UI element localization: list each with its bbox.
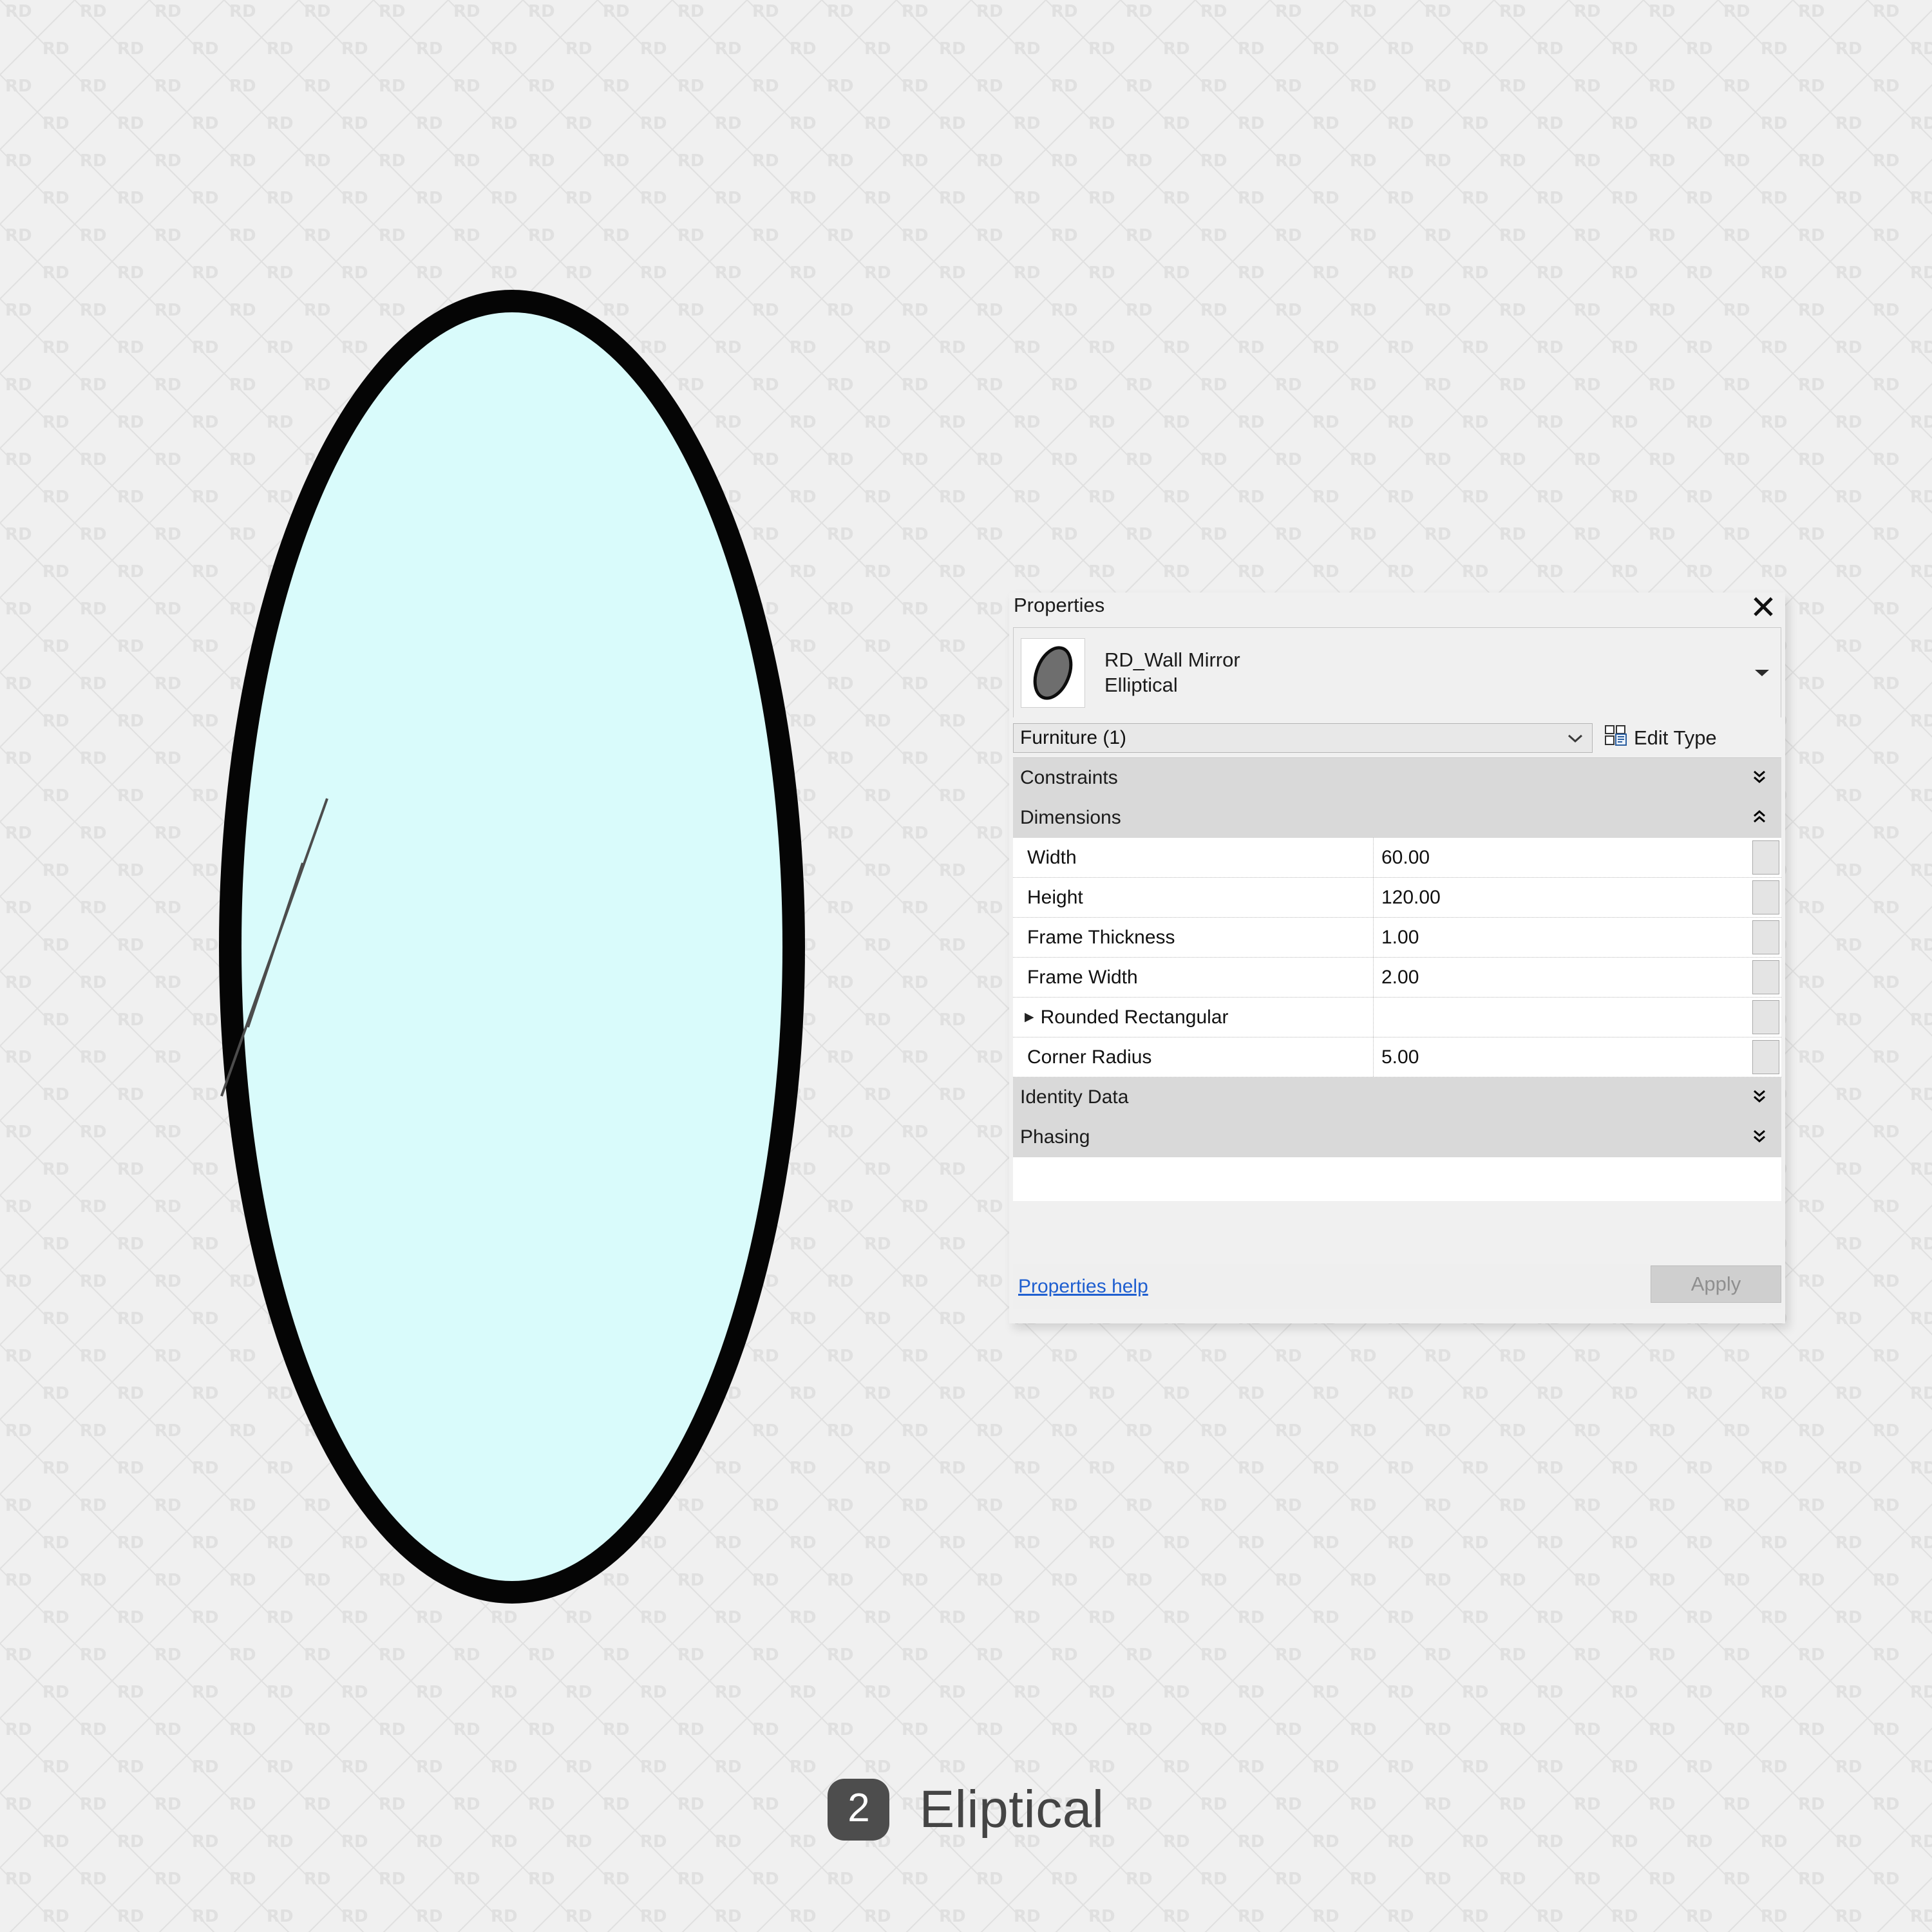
parameter-name: Frame Width bbox=[1013, 958, 1374, 997]
parameter-value[interactable]: 120.00 bbox=[1374, 878, 1752, 917]
parameter-group-label: Phasing bbox=[1020, 1126, 1090, 1148]
parameter-table: Constraints Dimensions Width 60.00 Height 120… bbox=[1013, 757, 1781, 1157]
parameter-value[interactable]: 5.00 bbox=[1374, 1037, 1752, 1077]
parameter-group-header[interactable]: Dimensions bbox=[1013, 798, 1781, 838]
parameter-name-text: Rounded Rectangular bbox=[1040, 1006, 1229, 1028]
category-selector-row: Furniture (1) Edit Type bbox=[1013, 721, 1781, 755]
chevron-expand-icon[interactable] bbox=[1752, 768, 1767, 788]
mirror-thumbnail-icon bbox=[1033, 645, 1073, 700]
parameter-group-label: Dimensions bbox=[1020, 807, 1121, 828]
type-labels: RD_Wall Mirror Elliptical bbox=[1104, 648, 1240, 697]
edit-type-icon bbox=[1604, 724, 1627, 752]
panel-title: Properties bbox=[1014, 594, 1105, 616]
chevron-down-icon[interactable] bbox=[1752, 663, 1772, 683]
parameter-row[interactable]: Frame Thickness 1.00 bbox=[1013, 918, 1781, 958]
parameter-row[interactable]: Frame Width 2.00 bbox=[1013, 958, 1781, 998]
chevron-expand-icon[interactable] bbox=[1752, 1088, 1767, 1107]
associate-parameter-button[interactable] bbox=[1752, 960, 1779, 994]
category-selector-value: Furniture (1) bbox=[1020, 727, 1127, 748]
close-icon[interactable] bbox=[1747, 590, 1780, 623]
parameter-name: Height bbox=[1013, 878, 1374, 917]
caption-label: Eliptical bbox=[919, 1780, 1104, 1839]
associate-parameter-button[interactable] bbox=[1752, 1000, 1779, 1034]
parameter-row[interactable]: Height 120.00 bbox=[1013, 878, 1781, 918]
panel-footer: Properties help Apply bbox=[1013, 1264, 1781, 1309]
parameter-name: Width bbox=[1013, 838, 1374, 877]
parameter-value[interactable]: 2.00 bbox=[1374, 958, 1752, 997]
parameter-value[interactable]: 1.00 bbox=[1374, 918, 1752, 957]
parameter-group-label: Identity Data bbox=[1020, 1086, 1129, 1108]
parameter-row[interactable]: Width 60.00 bbox=[1013, 838, 1781, 878]
parameter-name: Frame Thickness bbox=[1013, 918, 1374, 957]
parameter-value[interactable]: 60.00 bbox=[1374, 838, 1752, 877]
edit-type-button[interactable]: Edit Type bbox=[1604, 724, 1717, 752]
edit-type-label: Edit Type bbox=[1634, 726, 1717, 749]
family-name: RD_Wall Mirror bbox=[1104, 649, 1240, 672]
parameter-group-label: Constraints bbox=[1020, 767, 1118, 788]
associate-parameter-button[interactable] bbox=[1752, 880, 1779, 914]
parameter-row[interactable]: Corner Radius 5.00 bbox=[1013, 1037, 1781, 1077]
parameter-row[interactable]: ▶ Rounded Rectangular bbox=[1013, 998, 1781, 1037]
figure-caption: 2 Eliptical bbox=[0, 1768, 1932, 1852]
category-selector[interactable]: Furniture (1) bbox=[1013, 723, 1593, 753]
expander-triangle-icon[interactable]: ▶ bbox=[1025, 1011, 1034, 1023]
type-name: Elliptical bbox=[1104, 673, 1178, 696]
parameter-group-header[interactable]: Phasing bbox=[1013, 1117, 1781, 1157]
parameter-name: ▶ Rounded Rectangular bbox=[1013, 998, 1374, 1037]
chevron-expand-icon[interactable] bbox=[1752, 1128, 1767, 1147]
parameter-group-header[interactable]: Identity Data bbox=[1013, 1077, 1781, 1117]
properties-help-link[interactable]: Properties help bbox=[1018, 1276, 1148, 1298]
parameter-group-header[interactable]: Constraints bbox=[1013, 758, 1781, 798]
type-preview[interactable]: RD_Wall Mirror Elliptical bbox=[1013, 627, 1781, 717]
associate-parameter-button[interactable] bbox=[1752, 920, 1779, 954]
associate-parameter-button[interactable] bbox=[1752, 840, 1779, 875]
parameter-name: Corner Radius bbox=[1013, 1037, 1374, 1077]
caption-badge: 2 bbox=[828, 1779, 890, 1841]
panel-titlebar: Properties bbox=[1009, 592, 1785, 627]
chevron-collapse-icon[interactable] bbox=[1752, 808, 1767, 828]
wall-mirror-elevation[interactable] bbox=[213, 283, 811, 1610]
apply-button[interactable]: Apply bbox=[1651, 1265, 1781, 1303]
parameter-value[interactable] bbox=[1374, 998, 1752, 1037]
mirror-glass-shape bbox=[242, 312, 782, 1581]
chevron-down-icon[interactable] bbox=[1566, 727, 1584, 749]
properties-palette[interactable]: Properties RD_Wall Mirror Elliptical Fur… bbox=[1009, 592, 1785, 1323]
associate-parameter-button[interactable] bbox=[1752, 1040, 1779, 1074]
parameter-table-filler bbox=[1013, 1157, 1781, 1201]
type-thumbnail bbox=[1021, 638, 1085, 708]
